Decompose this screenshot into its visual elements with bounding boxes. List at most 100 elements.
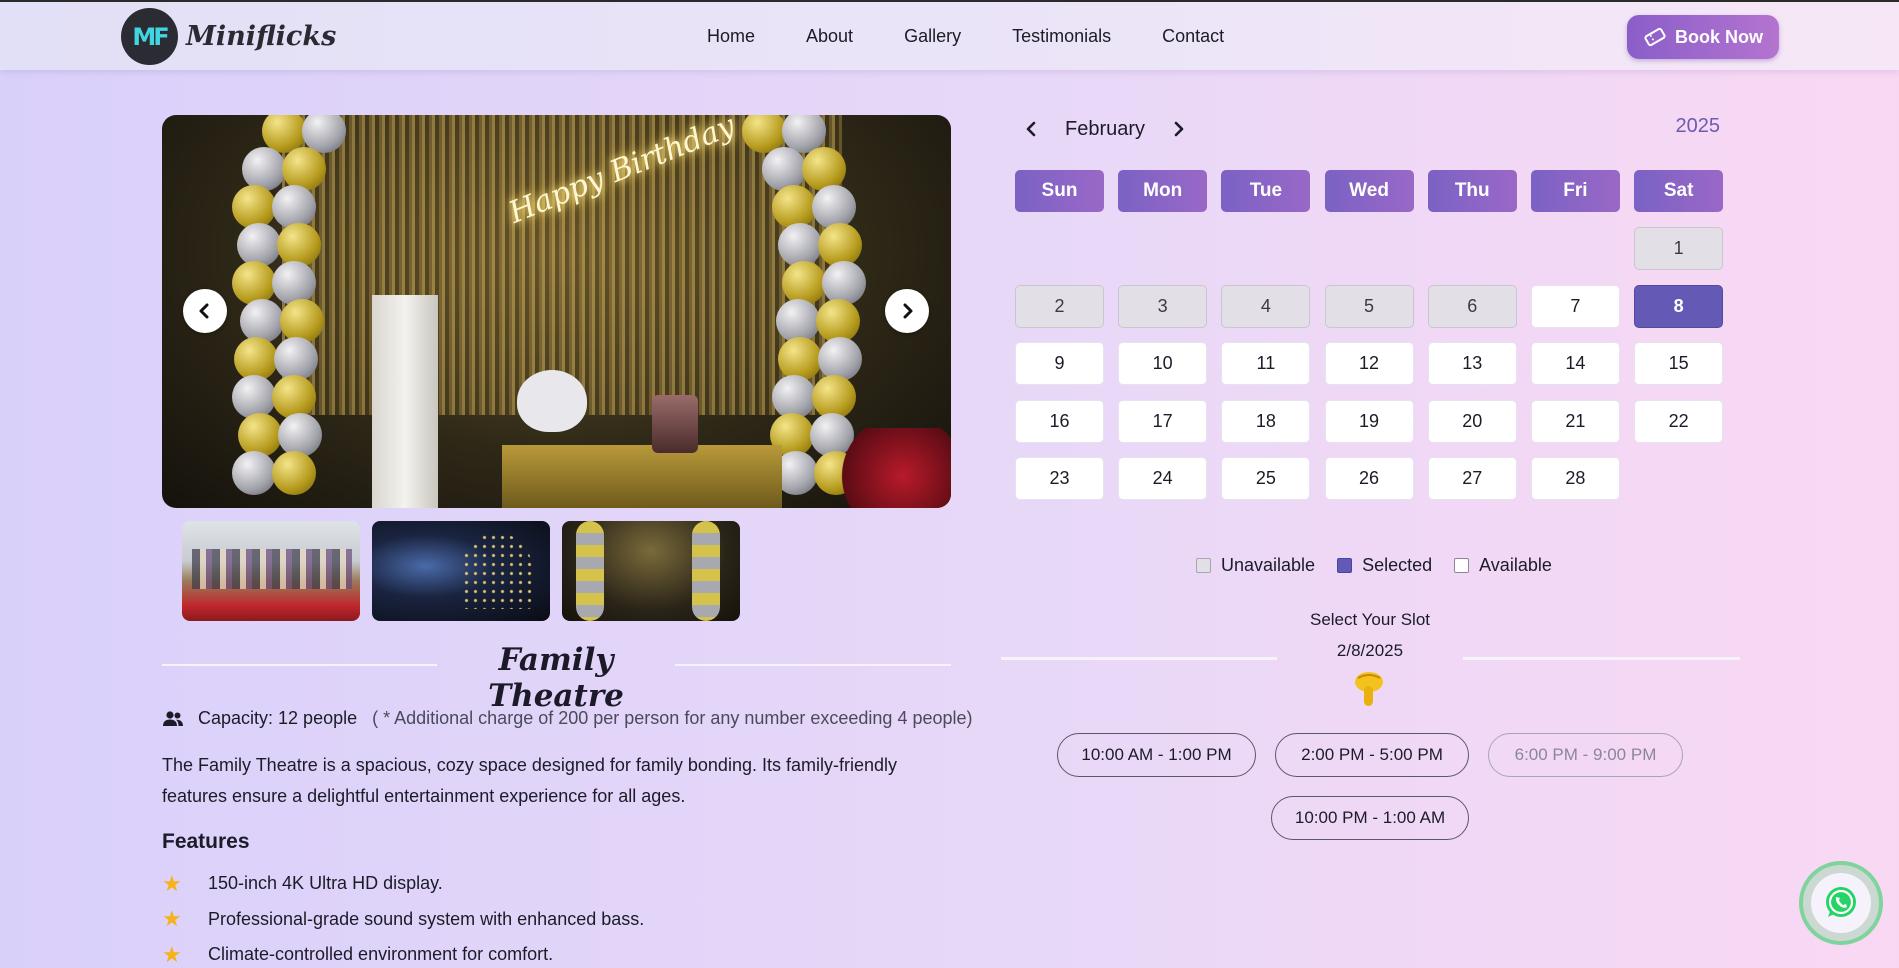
calendar-day-15[interactable]: 15 <box>1634 342 1724 385</box>
weekday-thu: Thu <box>1427 170 1517 212</box>
calendar-blank-cell <box>1428 227 1517 270</box>
pointing-down-hand-icon <box>1355 672 1383 706</box>
calendar-grid: 1 2 3 4 5 6 7 8 9 10 11 12 13 14 15 16 17 18 19 20 21 22 23 24 2… <box>1015 227 1724 500</box>
nav-link-contact[interactable]: Contact <box>1162 26 1224 47</box>
book-now-button[interactable]: Book Now <box>1627 15 1779 59</box>
calendar-day-25[interactable]: 25 <box>1221 457 1311 500</box>
top-navbar: MF Miniflicks Home About Gallery Testimo… <box>0 0 1899 70</box>
red-balloons <box>831 428 951 508</box>
calendar-day-22[interactable]: 22 <box>1634 399 1724 443</box>
calendar-day-20[interactable]: 20 <box>1427 399 1517 443</box>
calendar-blank-cell <box>1531 227 1620 270</box>
nav-link-gallery[interactable]: Gallery <box>904 26 961 47</box>
next-month-icon[interactable] <box>1161 112 1195 146</box>
weekday-tue: Tue <box>1221 170 1311 212</box>
calendar-day-11[interactable]: 11 <box>1221 342 1311 385</box>
thumbnail-theatre-screen[interactable] <box>372 521 550 621</box>
calendar-day-14[interactable]: 14 <box>1530 342 1620 385</box>
balloon <box>778 337 822 381</box>
calendar-day-8[interactable]: 8 <box>1634 284 1724 328</box>
plush-toy <box>517 370 587 432</box>
hero-carousel-image: Happy Birthday <box>162 115 951 508</box>
calendar-day-19[interactable]: 19 <box>1324 399 1414 443</box>
decorated-table <box>502 445 782 508</box>
thumbnail-group-photo[interactable] <box>182 521 360 621</box>
month-label: February <box>1065 117 1146 140</box>
book-now-label: Book Now <box>1675 26 1763 47</box>
divider-line <box>1001 657 1277 660</box>
feature-item: ★ 150-inch 4K Ultra HD display. <box>162 866 644 902</box>
selected-date: 2/8/2025 <box>1336 641 1404 660</box>
nav-link-home[interactable]: Home <box>707 26 755 47</box>
thumbnail-balloon-arch[interactable] <box>562 521 740 621</box>
calendar-day-23[interactable]: 23 <box>1015 457 1104 500</box>
calendar-day-12[interactable]: 12 <box>1324 342 1414 385</box>
calendar-day-5: 5 <box>1324 284 1414 328</box>
slot-option[interactable]: 10:00 AM - 1:00 PM <box>1057 733 1256 777</box>
calendar-day-28[interactable]: 28 <box>1530 457 1620 500</box>
calendar-day-1: 1 <box>1634 227 1724 270</box>
weekday-wed: Wed <box>1324 170 1414 212</box>
month-navigator: February <box>1015 112 1195 146</box>
logo-mark-icon: MF <box>121 8 178 65</box>
balloon <box>818 337 862 381</box>
calendar-day-26[interactable]: 26 <box>1324 457 1414 500</box>
calendar-day-21[interactable]: 21 <box>1530 399 1620 443</box>
logo-text: Miniflicks <box>186 21 337 52</box>
legend-label: Selected <box>1362 555 1433 575</box>
feature-text: Professional-grade sound system with enh… <box>208 908 645 929</box>
balloon <box>812 185 856 229</box>
balloon <box>822 261 866 305</box>
slot-option[interactable]: 2:00 PM - 5:00 PM <box>1275 733 1469 777</box>
slot-option-disabled: 6:00 PM - 9:00 PM <box>1488 733 1683 777</box>
calendar-day-13[interactable]: 13 <box>1427 342 1517 385</box>
balloon <box>272 451 316 495</box>
weekday-mon: Mon <box>1118 170 1208 212</box>
balloon <box>762 147 806 191</box>
balloon <box>277 223 321 267</box>
calendar-day-9[interactable]: 9 <box>1015 342 1104 385</box>
calendar-legend: Unavailable Selected Available <box>1196 555 1574 576</box>
balloon <box>232 261 276 305</box>
weekday-fri: Fri <box>1530 170 1620 212</box>
calendar-day-27[interactable]: 27 <box>1427 457 1517 500</box>
nav-link-about[interactable]: About <box>806 26 853 47</box>
carousel-prev-button[interactable] <box>183 289 227 333</box>
balloon <box>238 413 282 457</box>
calendar-day-24[interactable]: 24 <box>1118 457 1208 500</box>
calendar-blank-cell <box>1325 227 1414 270</box>
capacity-row: Capacity: 12 people ( * Additional charg… <box>162 708 973 729</box>
nav-link-testimonials[interactable]: Testimonials <box>1012 26 1111 47</box>
weekday-sun: Sun <box>1015 170 1104 212</box>
feature-item: ★ Climate-controlled environment for comf… <box>162 937 644 968</box>
calendar-day-17[interactable]: 17 <box>1118 399 1208 443</box>
capacity-note: ( * Additional charge of 200 per person … <box>372 708 973 728</box>
calendar-day-6: 6 <box>1427 284 1517 328</box>
feature-item: ★ Professional-grade sound system with en… <box>162 902 644 938</box>
calendar-day-16[interactable]: 16 <box>1015 399 1104 443</box>
carousel-next-button[interactable] <box>885 289 929 333</box>
features-heading: Features <box>162 830 250 853</box>
nav-links: Home About Gallery Testimonials Contact <box>707 2 1224 70</box>
slot-option[interactable]: 10:00 PM - 1:00 AM <box>1271 796 1469 840</box>
legend-label: Available <box>1479 555 1552 575</box>
balloon <box>240 299 284 343</box>
cake <box>652 395 698 453</box>
slot-label: 10:00 PM - 1:00 AM <box>1294 808 1446 827</box>
whatsapp-chat-button[interactable] <box>1799 861 1883 945</box>
prev-month-icon[interactable] <box>1015 112 1049 146</box>
legend-label: Unavailable <box>1221 555 1316 575</box>
slot-label: 6:00 PM - 9:00 PM <box>1514 745 1657 764</box>
legend-swatch <box>1337 558 1353 573</box>
balloon <box>242 147 286 191</box>
legend-unavailable: Unavailable <box>1196 555 1315 576</box>
balloon <box>282 147 326 191</box>
balloon <box>782 261 826 305</box>
calendar-day-7[interactable]: 7 <box>1530 284 1620 328</box>
balloon <box>237 223 281 267</box>
calendar-day-10[interactable]: 10 <box>1118 342 1208 385</box>
users-icon <box>163 710 183 726</box>
chevron-right-icon <box>903 303 913 319</box>
site-logo[interactable]: MF Miniflicks <box>121 8 336 65</box>
calendar-day-18[interactable]: 18 <box>1221 399 1311 443</box>
